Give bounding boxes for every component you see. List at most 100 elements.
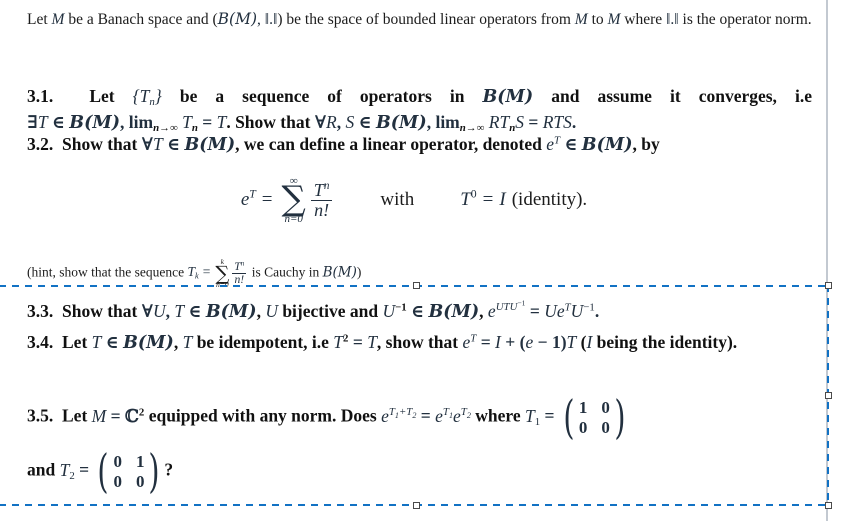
item-3-1-forall: ∀ <box>314 111 327 132</box>
item-3-3-exp-lhs: eUTU−1 <box>487 298 526 321</box>
fraction-numerator: Tn <box>313 180 330 200</box>
item-3-3-inv-exp: −1 <box>395 301 407 314</box>
item-number-3-1: 3.1. <box>27 86 54 106</box>
exercise-item-3-2: 3.2. Show that ∀T ∈ B(M), we can define … <box>27 132 812 158</box>
item-3-5-lead: Let <box>62 405 92 426</box>
symbol-BM: B(M) <box>217 10 258 28</box>
item-3-4-T2: T <box>182 332 193 352</box>
item-3-4-T3: T <box>367 332 377 352</box>
item-3-5-T2-label: T2 <box>59 459 75 482</box>
item-3-3-d: . <box>594 301 600 321</box>
item-3-2-b: ∈ <box>560 134 582 154</box>
item-3-1-eq2: = <box>523 111 543 132</box>
item-3-2-T: T <box>152 134 163 154</box>
hint-Tk: Tk <box>187 264 199 281</box>
item-3-4-eT: eT <box>462 332 477 352</box>
equation-row: eT = ∞ ∑ n=0 Tn n! with T0 = I (identity… <box>241 176 587 225</box>
intro-text-mid1: be a Banach space and ( <box>64 11 218 28</box>
item-3-3-forall: ∀ <box>141 301 153 321</box>
intro-text-suffix: is the operator norm. <box>678 11 812 28</box>
matrix-cell: 0 <box>113 452 122 471</box>
item-3-4-b: be idempotent, i.e <box>192 332 334 352</box>
hint-frac-num: Tn <box>234 259 245 274</box>
item-3-5-exp-rhs: eT1eT2 <box>435 405 471 426</box>
item-3-3-T: T <box>174 301 185 321</box>
display-equation: eT = ∞ ∑ n=0 Tn n! with T0 = I (identity… <box>0 176 828 225</box>
exercise-item-3-3: 3.3. Show that ∀U, T ∈ B(M), U bijective… <box>27 299 812 325</box>
matrix-cell: 0 <box>601 418 610 438</box>
item-3-2-forall: ∀ <box>141 134 153 154</box>
symbol-M: M <box>51 11 65 28</box>
hint-equals: = <box>202 264 211 280</box>
item-3-3-BM: B(M) <box>205 302 257 322</box>
hint-sigma-glyph: ∑ <box>215 261 230 285</box>
item-3-5-eq: = <box>106 405 125 426</box>
item-3-2-eT: eT <box>546 134 561 154</box>
item-3-2-BM: B(M) <box>184 135 236 155</box>
hint-summation: k ∑ n=0 <box>215 258 229 289</box>
item-3-5-b: where <box>470 405 525 426</box>
item-3-4-plus: + ( <box>500 332 526 352</box>
item-3-4-BM: B(M) <box>123 333 174 353</box>
item-number-3-3: 3.3. <box>27 301 54 321</box>
item-3-1-a: be a sequence of operators in <box>161 86 483 106</box>
matrix-T2-cells: 0100 <box>112 452 145 491</box>
exercise-item-3-4: 3.4. Let T ∈ B(M), T be idempotent, i.e … <box>27 330 812 356</box>
symbol-operator-norm-2: ‖.‖ <box>666 11 679 28</box>
eq-rhs-equals: = <box>482 189 494 211</box>
item-3-5-eq2: = <box>416 405 436 426</box>
exercise-item-3-5: 3.5. Let M = ℂ2 equipped with any norm. … <box>27 389 827 444</box>
hint-line: (hint, show that the sequence Tk = k ∑ n=0 Tn… <box>27 258 627 289</box>
item-3-3-b: bijective and <box>277 301 383 321</box>
matrix-right-paren: ) <box>614 389 626 444</box>
eq-equals: = <box>261 189 273 211</box>
item-3-3-Uinv: U <box>382 301 396 321</box>
sigma-glyph: ∑ <box>281 179 306 219</box>
hint-BM: B(M) <box>322 264 357 281</box>
page-gutter <box>830 0 841 521</box>
item-3-4-in: ∈ <box>101 332 124 352</box>
item-3-1-S2: S <box>515 111 524 132</box>
item-3-1-d: . Show that <box>226 111 315 132</box>
item-3-3-eq: = <box>525 301 545 321</box>
item-3-1-exists: ∃ <box>27 111 38 132</box>
matrix-T1-cells: 1000 <box>578 398 611 437</box>
hint-close: is Cauchy in <box>248 264 323 280</box>
item-3-4-T: T <box>91 332 102 352</box>
item-3-1-RTnS: RT <box>484 111 510 132</box>
eq-fraction: Tn n! <box>311 180 333 220</box>
item-3-4-a: , <box>173 332 183 352</box>
item-3-2-lead: Show that <box>62 134 142 154</box>
item-3-5-a: equipped with any norm. Does <box>144 405 382 426</box>
matrix-cell: 0 <box>578 418 588 438</box>
intro-text-mid2: ) be the space of bounded linear operato… <box>277 11 575 28</box>
item-3-4-idem: T <box>333 332 344 352</box>
item-3-1-Tlim: T <box>216 111 227 132</box>
hint-close2: ) <box>356 264 362 280</box>
matrix-T1: (1 0 0 0) <box>560 389 629 444</box>
item-number-3-4: 3.4. <box>27 332 54 352</box>
item-3-3-a: , <box>256 301 266 321</box>
item-3-1-BM2: B(M) <box>69 112 121 133</box>
item-3-3-c: , <box>479 301 488 321</box>
matrix-cell: 0 <box>601 398 610 417</box>
item-3-4-eq2: = <box>476 332 496 352</box>
item-3-4-lead: Let <box>62 332 92 352</box>
item-3-1-rs-comma: , <box>336 111 346 132</box>
document-page: Let M be a Banach space and (B(M), ‖.‖) … <box>0 0 828 521</box>
item-3-1-comma2: , lim <box>426 111 460 132</box>
item-3-4-eq: = <box>348 332 368 352</box>
item-3-5-and: and <box>27 459 60 480</box>
symbol-M-3: M <box>607 11 621 28</box>
hint-fraction: Tn n! <box>232 259 247 285</box>
item-3-1-b: and assume it converges, i.e <box>533 86 812 106</box>
eq-lhs: eT <box>240 188 256 211</box>
item-3-4-minus: − 1) <box>533 332 567 352</box>
item-3-1-lead: Let <box>89 86 133 106</box>
item-3-1-Tn: T <box>177 111 192 132</box>
item-3-2-BM2: B(M) <box>581 135 633 155</box>
summation-symbol: ∞ ∑ n=0 <box>282 176 306 225</box>
matrix-cell: 1 <box>135 452 145 471</box>
symbol-M-2: M <box>574 11 588 28</box>
item-3-5-M: M <box>91 405 107 426</box>
